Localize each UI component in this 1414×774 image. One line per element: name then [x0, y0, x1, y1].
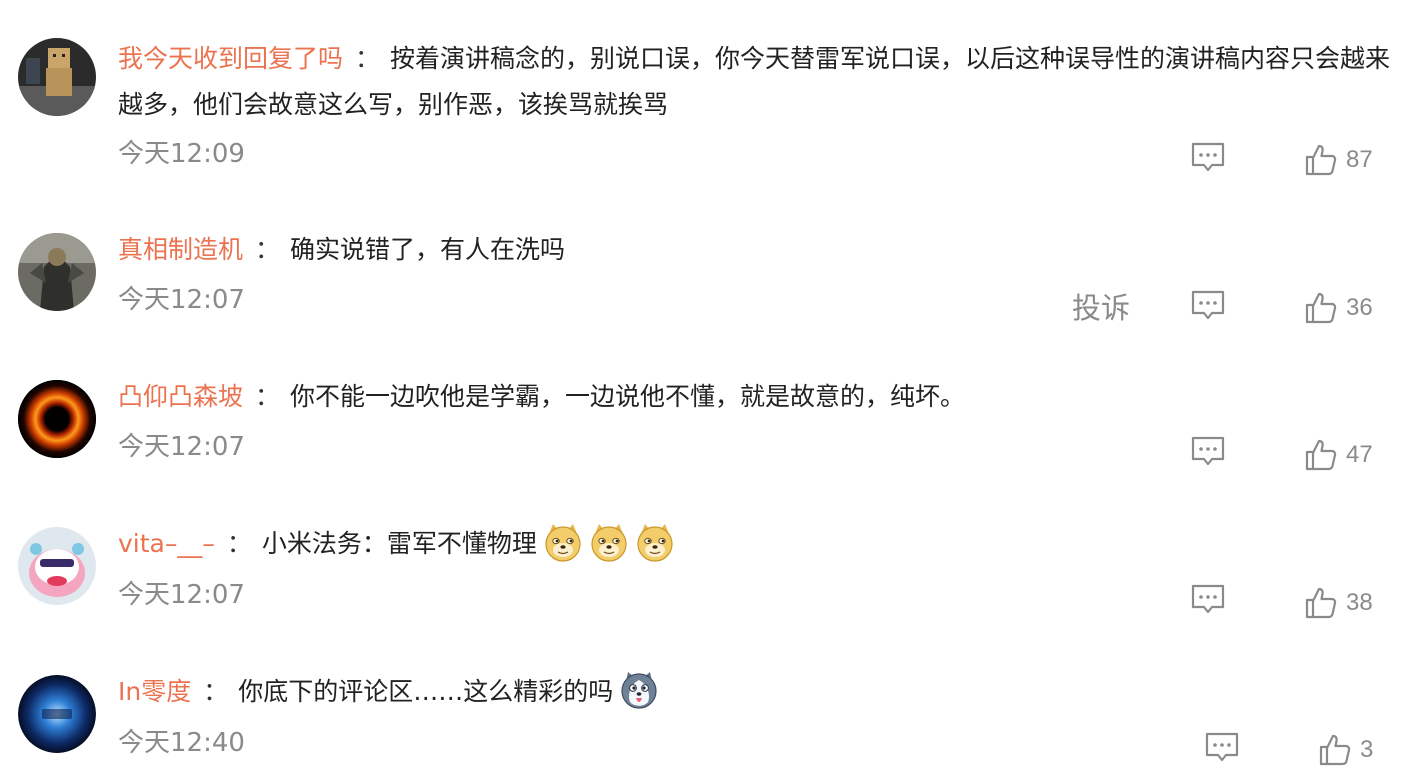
reply-button[interactable]: [1190, 435, 1226, 469]
like-button[interactable]: 38: [1304, 586, 1373, 620]
like-button[interactable]: 3: [1318, 733, 1373, 767]
like-count: 87: [1346, 146, 1373, 173]
like-count: 3: [1360, 736, 1374, 763]
doge-emoji: [589, 522, 629, 562]
thumbs-up-icon: [1305, 292, 1337, 324]
like-count: 38: [1346, 589, 1373, 616]
colon-separator: ：: [255, 235, 281, 264]
comment-time: 今天12:09: [118, 139, 245, 169]
like-count: 36: [1346, 294, 1373, 321]
user-avatar[interactable]: [18, 527, 96, 605]
comment-text: 小米法务：雷军不懂物理: [261, 529, 537, 558]
comment-bubble-icon: [1205, 732, 1239, 762]
colon-separator: ：: [355, 44, 381, 73]
comment-bubble-icon: [1191, 436, 1225, 466]
comment-time: 今天12:07: [118, 285, 245, 315]
comment-content: 真相制造机 ： 确实说错了，有人在洗吗: [118, 227, 1400, 273]
comment-text: 你底下的评论区……这么精彩的吗: [238, 677, 614, 706]
reply-button[interactable]: [1190, 141, 1226, 175]
like-button[interactable]: 47: [1304, 438, 1373, 472]
thumbs-up-icon: [1305, 439, 1337, 471]
reply-button[interactable]: [1204, 731, 1240, 765]
doge-emoji: [543, 522, 583, 562]
doge-emoji: [635, 522, 675, 562]
colon-separator: ：: [255, 382, 281, 411]
comment-content: vita–__– ： 小米法务：雷军不懂物理: [118, 521, 1400, 567]
username-link[interactable]: 凸仰凸森坡: [118, 382, 243, 411]
username-link[interactable]: In零度: [118, 677, 191, 706]
comment-content: In零度 ： 你底下的评论区……这么精彩的吗: [118, 669, 1400, 715]
husky-emoji: [619, 670, 659, 710]
thumbs-up-icon: [1305, 144, 1337, 176]
comment-time: 今天12:40: [118, 728, 245, 758]
username-link[interactable]: 真相制造机: [118, 235, 243, 264]
user-avatar[interactable]: [18, 233, 96, 311]
comment-bubble-icon: [1191, 290, 1225, 320]
user-avatar[interactable]: [18, 675, 96, 753]
comment-bubble-icon: [1191, 142, 1225, 172]
reply-button[interactable]: [1190, 583, 1226, 617]
like-button[interactable]: 36: [1304, 291, 1373, 325]
comment-text: 你不能一边吹他是学霸，一边说他不懂，就是故意的，纯坏。: [290, 382, 966, 411]
reply-button[interactable]: [1190, 289, 1226, 323]
like-count: 47: [1346, 441, 1373, 468]
user-avatar[interactable]: [18, 380, 96, 458]
colon-separator: ：: [203, 677, 229, 706]
comment-time: 今天12:07: [118, 580, 245, 610]
username-link[interactable]: 我今天收到回复了吗: [118, 44, 343, 73]
user-avatar[interactable]: [18, 38, 96, 116]
report-button[interactable]: 投诉: [1072, 291, 1130, 325]
comment-content: 我今天收到回复了吗：按着演讲稿念的，别说口误，你今天替雷军说口误，以后这种误导性…: [118, 36, 1400, 128]
like-button[interactable]: 87: [1304, 143, 1373, 177]
thumbs-up-icon: [1305, 587, 1337, 619]
comment-text: 确实说错了，有人在洗吗: [290, 235, 566, 264]
username-link[interactable]: vita–__–: [118, 529, 215, 558]
colon-separator: ：: [226, 529, 252, 558]
comment-content: 凸仰凸森坡 ： 你不能一边吹他是学霸，一边说他不懂，就是故意的，纯坏。: [118, 374, 1400, 420]
comment-time: 今天12:07: [118, 432, 245, 462]
comment-bubble-icon: [1191, 584, 1225, 614]
thumbs-up-icon: [1319, 734, 1351, 766]
